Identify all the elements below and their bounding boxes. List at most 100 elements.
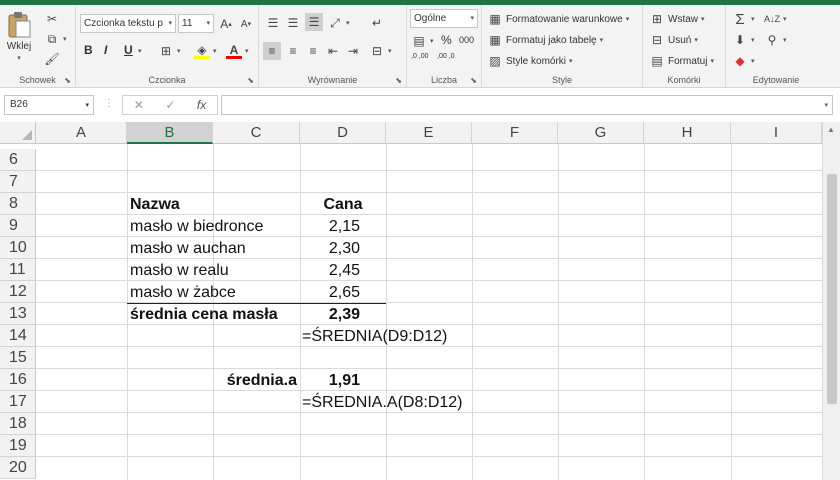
row-header-16[interactable]: 16 <box>0 369 36 391</box>
dialog-launcher-icon[interactable]: ⬊ <box>470 76 477 85</box>
column-header-h[interactable]: H <box>644 122 731 144</box>
insert-button[interactable]: ⊞ Wstaw ▾ <box>649 11 705 27</box>
column-header-f[interactable]: F <box>472 122 558 144</box>
insert-function-button[interactable]: fx <box>197 98 206 112</box>
cell-d13[interactable]: 2,39 <box>300 304 360 326</box>
row-header-10[interactable]: 10 <box>0 237 36 259</box>
copy-button[interactable]: ⧉ ▾ <box>44 31 67 47</box>
column-header-c[interactable]: C <box>213 122 300 144</box>
bold-button[interactable]: B <box>84 43 93 57</box>
row-header-12[interactable]: 12 <box>0 281 36 303</box>
cell-d17[interactable]: =ŚREDNIA.A(D8:D12) <box>302 392 463 414</box>
delete-button[interactable]: ⊟ Usuń ▾ <box>649 32 698 48</box>
orientation-button[interactable]: ⤢ ▾ <box>327 15 349 31</box>
clear-button[interactable]: ◆ ▾ <box>732 53 754 69</box>
column-header-a[interactable]: A <box>36 122 127 144</box>
percent-button[interactable]: % <box>441 33 452 47</box>
column-header-b[interactable]: B <box>127 122 213 144</box>
column-header-i[interactable]: I <box>731 122 822 144</box>
enter-icon[interactable]: ✓ <box>165 98 175 112</box>
formula-input[interactable]: ▾ <box>221 95 833 115</box>
column-header-e[interactable]: E <box>386 122 472 144</box>
row-header-17[interactable]: 17 <box>0 391 36 413</box>
select-all-button[interactable] <box>0 122 36 144</box>
number-format-combo[interactable]: Ogólne ▾ <box>410 9 478 28</box>
find-select-button[interactable]: ⚲ ▾ <box>764 32 787 48</box>
chevron-down-icon[interactable]: ▾ <box>85 101 89 109</box>
cell-b11[interactable]: masło w realu <box>130 260 229 282</box>
cell-d9[interactable]: 2,15 <box>300 216 360 238</box>
cell-c16[interactable]: średnia.a <box>213 370 297 392</box>
decrease-font-button[interactable]: A ▾ <box>238 16 254 32</box>
align-left-button[interactable]: ≡ <box>263 42 281 60</box>
expand-formula-bar-icon[interactable]: ▾ <box>824 101 828 109</box>
column-header-g[interactable]: G <box>558 122 644 144</box>
underline-button[interactable]: U <box>124 43 133 57</box>
vertical-scrollbar[interactable]: ▲ <box>822 122 840 480</box>
cut-button[interactable]: ✂ <box>44 11 60 27</box>
borders-button[interactable]: ⊞ ▾ <box>158 43 181 59</box>
name-box[interactable]: B26 ▾ <box>4 95 94 115</box>
spreadsheet-grid[interactable]: A B C D E F G H I 6 7 8 9 10 11 12 13 14… <box>0 122 840 480</box>
row-header-19[interactable]: 19 <box>0 435 36 457</box>
row-header-13[interactable]: 13 <box>0 303 36 325</box>
cell-b10[interactable]: masło w auchan <box>130 238 246 260</box>
dialog-launcher-icon[interactable]: ⬊ <box>247 76 254 85</box>
cell-d14[interactable]: =ŚREDNIA(D9:D12) <box>302 326 447 348</box>
accounting-format-button[interactable]: ▤ ▾ <box>411 33 433 49</box>
align-middle-button[interactable]: ☰ <box>285 15 301 31</box>
font-name-combo[interactable]: Czcionka tekstu p ▾ <box>80 14 176 33</box>
cell-d8[interactable]: Cana <box>300 194 386 216</box>
row-header-7[interactable]: 7 <box>0 171 36 193</box>
decrease-decimal-button[interactable]: ,00 ,0 <box>437 53 459 61</box>
chevron-down-icon[interactable]: ▾ <box>168 19 172 27</box>
increase-decimal-button[interactable]: ,0 ,00 <box>411 53 433 61</box>
row-header-18[interactable]: 18 <box>0 413 36 435</box>
cell-d11[interactable]: 2,45 <box>300 260 360 282</box>
cell-styles-button[interactable]: ▨ Style komórki ▾ <box>487 53 572 69</box>
fill-color-button[interactable]: ◈ ▾ <box>194 43 217 59</box>
cell-d16[interactable]: 1,91 <box>300 370 360 392</box>
column-header-d[interactable]: D <box>300 122 386 144</box>
autosum-button[interactable]: Σ ▾ <box>732 11 754 28</box>
row-header-20[interactable]: 20 <box>0 457 36 479</box>
sort-filter-button[interactable]: A↓Z ▾ <box>764 11 787 27</box>
decrease-indent-button[interactable]: ⇤ <box>325 43 341 59</box>
merge-center-button[interactable]: ⊟ ▾ <box>369 43 392 59</box>
align-bottom-button[interactable]: ☰ <box>305 13 323 31</box>
chevron-down-icon[interactable]: ▾ <box>17 54 21 62</box>
cell-b12[interactable]: masło w żabce <box>130 282 236 304</box>
format-button[interactable]: ▤ Formatuj ▾ <box>649 53 714 69</box>
cell-b9[interactable]: masło w biedronce <box>130 216 263 238</box>
align-right-button[interactable]: ≡ <box>305 43 321 59</box>
fill-button[interactable]: ⬇ ▾ <box>732 32 755 48</box>
row-header-8[interactable]: 8 <box>0 193 36 215</box>
dialog-launcher-icon[interactable]: ⬊ <box>395 76 402 85</box>
row-header-15[interactable]: 15 <box>0 347 36 369</box>
row-header-9[interactable]: 9 <box>0 215 36 237</box>
increase-font-button[interactable]: A ▴ <box>218 16 234 32</box>
cell-d10[interactable]: 2,30 <box>300 238 360 260</box>
wrap-text-button[interactable]: ↵ <box>369 15 385 31</box>
comma-button[interactable]: 000 <box>459 35 474 45</box>
font-color-button[interactable]: A ▾ <box>226 43 249 59</box>
cell-b13[interactable]: średnia cena masła <box>130 304 278 326</box>
scrollbar-thumb[interactable] <box>827 174 837 404</box>
conditional-formatting-button[interactable]: ▦ Formatowanie warunkowe ▾ <box>487 11 629 27</box>
chevron-down-icon[interactable]: ▾ <box>206 19 210 27</box>
format-painter-button[interactable]: 🖌 <box>44 51 60 67</box>
row-header-6[interactable]: 6 <box>0 149 36 171</box>
chevron-down-icon[interactable]: ▾ <box>470 14 474 22</box>
dialog-launcher-icon[interactable]: ⬊ <box>64 76 71 85</box>
increase-indent-button[interactable]: ⇥ <box>345 43 361 59</box>
paste-button[interactable]: Wklej ▾ <box>6 11 32 62</box>
align-top-button[interactable]: ☰ <box>265 15 281 31</box>
font-size-combo[interactable]: 11 ▾ <box>178 14 214 33</box>
cancel-icon[interactable]: ✕ <box>134 98 144 112</box>
cell-d12[interactable]: 2,65 <box>300 282 360 304</box>
underline-dropdown[interactable]: ▾ <box>138 47 142 55</box>
scroll-up-icon[interactable]: ▲ <box>827 125 835 134</box>
italic-button[interactable]: I <box>104 43 107 57</box>
cell-b8[interactable]: Nazwa <box>130 194 180 216</box>
row-header-11[interactable]: 11 <box>0 259 36 281</box>
